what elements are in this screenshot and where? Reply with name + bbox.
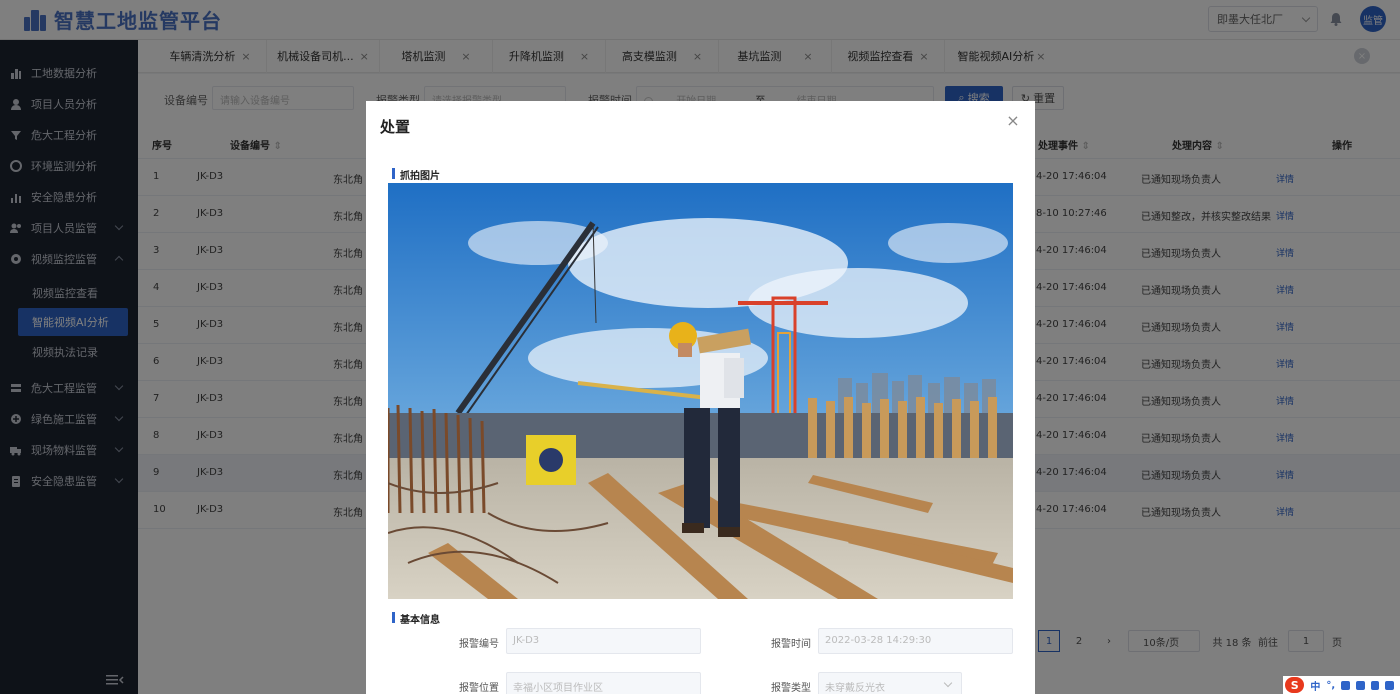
microphone-icon[interactable] [1341, 680, 1350, 690]
dialog-title: 处置 [380, 118, 411, 136]
alarm-location-field: 幸福小区项目作业区 [506, 672, 701, 694]
close-icon[interactable]: × [1005, 113, 1021, 129]
dispose-dialog: 处置 × 抓拍图片 基本信息 报警编号 JK-D3 报警时间 2022-03-2… [366, 101, 1035, 694]
keyboard-icon[interactable] [1355, 680, 1365, 690]
info-section-title: 基本信息 [392, 611, 440, 626]
alarm-no-label: 报警编号 [459, 639, 499, 650]
ime-language-toggle[interactable]: 中 [1310, 678, 1320, 693]
skin-icon[interactable] [1370, 680, 1380, 690]
ime-logo-icon[interactable]: S [1285, 677, 1305, 693]
photo-section-title: 抓拍图片 [392, 167, 440, 182]
alarm-type-value: 未穿戴反光衣 [825, 683, 885, 694]
alarm-location-label: 报警位置 [459, 683, 499, 694]
alarm-time-label: 报警时间 [771, 639, 811, 650]
construction-site-image [388, 183, 1013, 599]
alarm-type-select[interactable]: 未穿戴反光衣 [818, 672, 962, 694]
alarm-no-field: JK-D3 [506, 628, 701, 654]
alarm-type-label: 报警类型 [771, 683, 811, 694]
ime-toolbar[interactable]: S 中 °, [1283, 676, 1400, 694]
alarm-time-field: 2022-03-28 14:29:30 [818, 628, 1013, 654]
ime-punctuation-toggle[interactable]: °, [1326, 680, 1335, 691]
chevron-down-icon [943, 678, 953, 688]
captured-photo [388, 183, 1013, 599]
settings-icon[interactable] [1385, 680, 1394, 690]
